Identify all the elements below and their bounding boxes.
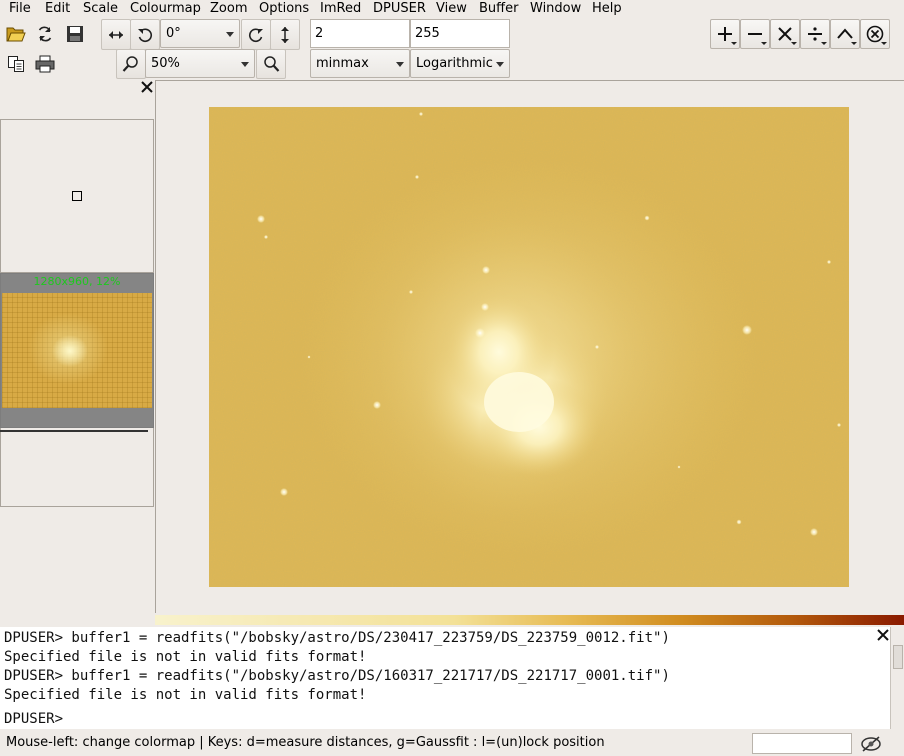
menu-zoom[interactable]: Zoom bbox=[210, 1, 247, 17]
flip-vertical-button[interactable] bbox=[270, 19, 300, 50]
chevron-down-icon bbox=[761, 42, 767, 45]
chevron-down-icon bbox=[496, 62, 504, 67]
menu-options[interactable]: Options bbox=[259, 1, 309, 17]
multiply-button[interactable] bbox=[770, 19, 800, 49]
menu-edit[interactable]: Edit bbox=[45, 1, 70, 17]
close-icon bbox=[877, 629, 889, 641]
save-button[interactable] bbox=[61, 20, 89, 48]
open-button[interactable] bbox=[2, 20, 30, 48]
reload-button[interactable] bbox=[31, 20, 59, 48]
chevron-down-icon bbox=[881, 42, 887, 45]
rotate-cw-icon bbox=[248, 28, 263, 42]
status-text: Mouse-left: change colormap | Keys: d=me… bbox=[6, 735, 605, 750]
cancel-button[interactable] bbox=[860, 19, 890, 49]
minus-icon bbox=[748, 33, 762, 35]
scale-min-field[interactable]: 2 bbox=[310, 19, 410, 48]
status-field[interactable] bbox=[752, 733, 852, 754]
save-icon bbox=[67, 26, 83, 42]
cursor-marker bbox=[72, 191, 82, 201]
status-bar: Mouse-left: change colormap | Keys: d=me… bbox=[0, 731, 904, 756]
console-line: DPUSER> buffer1 = readfits("/bobsky/astr… bbox=[4, 668, 670, 684]
divider bbox=[0, 430, 148, 432]
divide-button[interactable] bbox=[800, 19, 830, 49]
close-panel-button[interactable] bbox=[140, 80, 154, 94]
reload-icon bbox=[38, 26, 52, 42]
copy-icon bbox=[8, 56, 24, 72]
cancel-icon bbox=[866, 25, 884, 43]
thumbnail-panel[interactable]: 1280x960, 12% bbox=[0, 273, 154, 428]
chevron-down-icon bbox=[851, 42, 857, 45]
zoom-out-icon bbox=[122, 56, 138, 72]
flip-vertical-icon bbox=[281, 26, 289, 43]
menu-buffer[interactable]: Buffer bbox=[479, 1, 518, 17]
fits-image[interactable] bbox=[209, 107, 849, 587]
zoom-out-button[interactable] bbox=[116, 49, 146, 79]
connection-icon bbox=[861, 736, 881, 752]
colour-bar[interactable] bbox=[155, 615, 904, 625]
multiply-icon bbox=[778, 27, 792, 41]
print-icon bbox=[35, 55, 55, 73]
console-prompt[interactable]: DPUSER> bbox=[4, 710, 63, 729]
menu-window[interactable]: Window bbox=[530, 1, 581, 17]
add-button[interactable] bbox=[710, 19, 740, 49]
thumbnail-image[interactable] bbox=[2, 293, 152, 408]
chevron-down-icon bbox=[821, 42, 827, 45]
menu-scale[interactable]: Scale bbox=[83, 1, 118, 17]
console-scrollbar[interactable] bbox=[890, 627, 904, 729]
flip-horizontal-button[interactable] bbox=[101, 19, 131, 50]
scale-method-value: minmax bbox=[316, 56, 369, 71]
image-viewer[interactable] bbox=[155, 80, 904, 613]
scale-type-value: Logarithmic bbox=[416, 56, 493, 71]
menu-file[interactable]: File bbox=[9, 1, 31, 17]
subtract-button[interactable] bbox=[740, 19, 770, 49]
nebula-image bbox=[209, 107, 849, 587]
power-icon bbox=[837, 28, 853, 39]
menu-help[interactable]: Help bbox=[592, 1, 622, 17]
rotate-ccw-icon bbox=[138, 28, 153, 42]
menu-imred[interactable]: ImRed bbox=[320, 1, 361, 17]
power-button[interactable] bbox=[830, 19, 860, 49]
flip-horizontal-icon bbox=[109, 30, 123, 39]
rotation-value: 0° bbox=[166, 26, 181, 41]
zoom-in-button[interactable] bbox=[256, 49, 286, 79]
rotate-cw-button[interactable] bbox=[241, 19, 271, 50]
close-console-button[interactable] bbox=[876, 628, 890, 642]
console-line: Specified file is not in valid fits form… bbox=[4, 687, 367, 703]
menu-bar: File Edit Scale Colourmap Zoom Options I… bbox=[0, 0, 904, 18]
zoom-select[interactable]: 50% bbox=[145, 49, 255, 78]
copy-button[interactable] bbox=[2, 50, 30, 78]
chevron-down-icon bbox=[241, 62, 249, 67]
chevron-down-icon bbox=[731, 42, 737, 45]
dpuser-console[interactable]: DPUSER> buffer1 = readfits("/bobsky/astr… bbox=[0, 627, 890, 729]
divide-icon bbox=[808, 27, 822, 41]
rotation-select[interactable]: 0° bbox=[160, 19, 240, 48]
close-icon bbox=[141, 81, 153, 93]
chevron-down-icon bbox=[396, 62, 404, 67]
scale-method-select[interactable]: minmax bbox=[310, 49, 410, 78]
console-line: DPUSER> buffer1 = readfits("/bobsky/astr… bbox=[4, 630, 670, 646]
chevron-down-icon bbox=[226, 32, 234, 37]
chevron-down-icon bbox=[791, 42, 797, 45]
menu-dpuser[interactable]: DPUSER bbox=[373, 1, 426, 17]
plus-icon bbox=[718, 27, 732, 41]
thumbnail-label: 1280x960, 12% bbox=[33, 275, 121, 288]
scale-type-select[interactable]: Logarithmic bbox=[410, 49, 510, 78]
scale-max-field[interactable]: 255 bbox=[410, 19, 510, 48]
info-panel bbox=[0, 428, 154, 507]
menu-view[interactable]: View bbox=[436, 1, 467, 17]
rotate-ccw-button[interactable] bbox=[130, 19, 160, 50]
zoom-in-icon bbox=[264, 56, 280, 72]
print-button[interactable] bbox=[31, 50, 59, 78]
zoom-value: 50% bbox=[151, 56, 180, 71]
scrollbar-thumb[interactable] bbox=[893, 645, 903, 669]
menu-colourmap[interactable]: Colourmap bbox=[130, 1, 201, 17]
folder-open-icon bbox=[6, 27, 26, 42]
console-line: Specified file is not in valid fits form… bbox=[4, 649, 367, 665]
